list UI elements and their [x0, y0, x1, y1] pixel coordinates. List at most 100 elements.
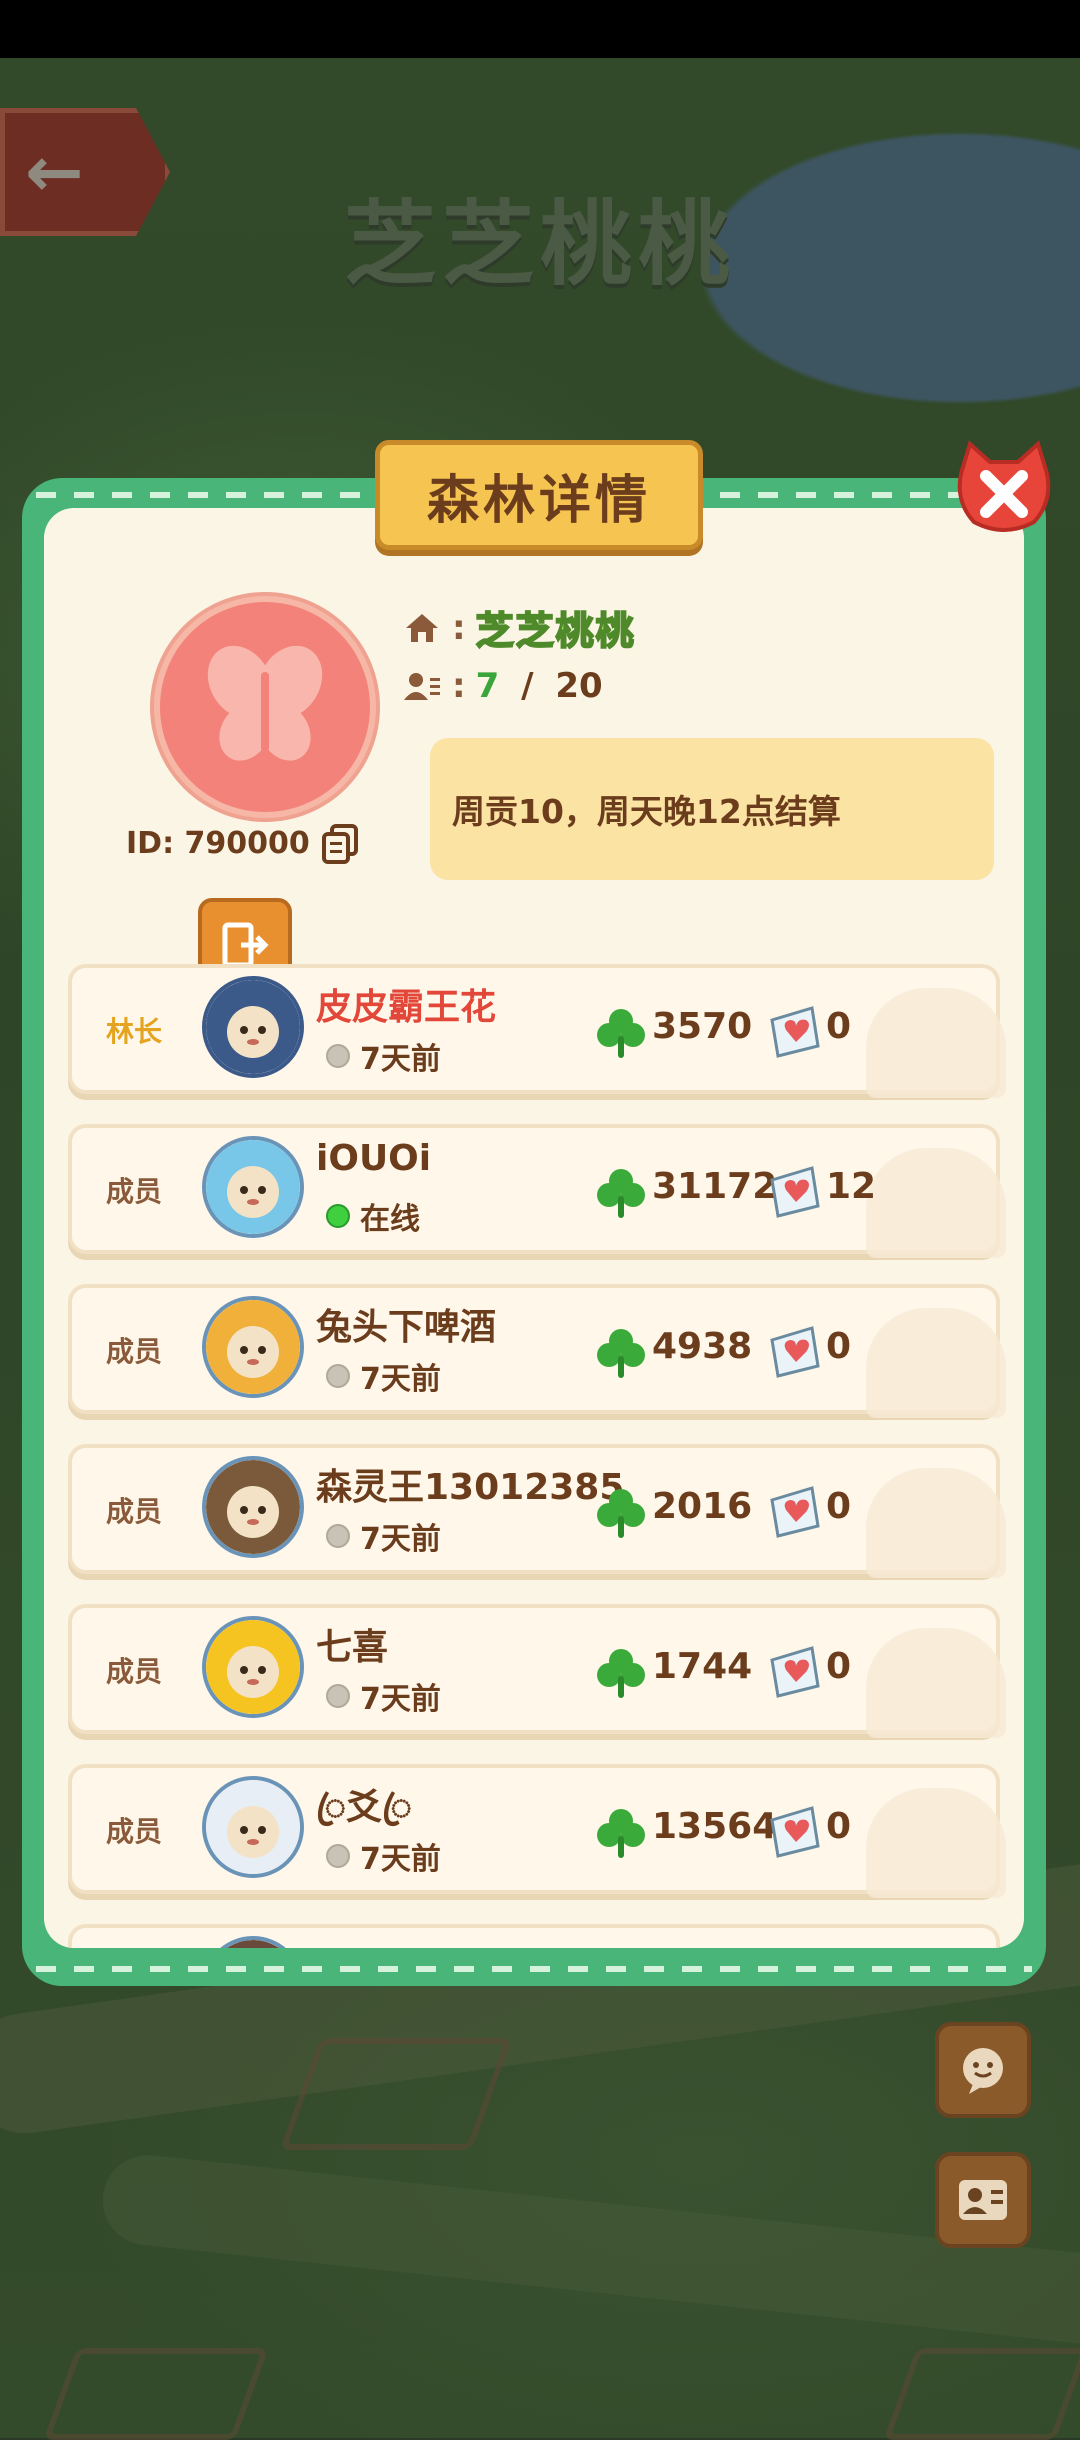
- member-row[interactable]: 成员 七喜 7天前 1744 0: [68, 1604, 1006, 1738]
- member-heart-count: 0: [826, 1486, 852, 1527]
- member-count-current: 7: [475, 666, 500, 706]
- status-dot-icon: [326, 1204, 350, 1228]
- member-status: 7天前: [326, 1354, 441, 1398]
- status-dot-icon: [326, 1364, 350, 1388]
- member-status: 7天前: [326, 1034, 441, 1078]
- forest-name-row: : 芝芝桃桃: [402, 600, 636, 655]
- copy-icon[interactable]: [320, 822, 362, 864]
- row-decoration: [866, 1308, 1006, 1418]
- member-list[interactable]: 林长 皮皮霸王花 7天前 3570 0 成员 iOUOi 在线 31172 12…: [68, 964, 1006, 1948]
- member-last-seen: 7天前: [360, 1042, 441, 1077]
- avatar-background: [226, 1940, 280, 1948]
- member-name: iOUOi: [316, 1138, 432, 1179]
- member-avatar[interactable]: [202, 976, 304, 1078]
- member-row[interactable]: 成员 iOUOi 在线 31172 12: [68, 1124, 1006, 1258]
- clover-icon: [597, 1169, 645, 1218]
- clover-icon: [597, 1649, 645, 1698]
- member-avatar[interactable]: [202, 1936, 304, 1948]
- chat-icon: [963, 2048, 1003, 2094]
- member-avatar[interactable]: [202, 1616, 304, 1718]
- forest-id: ID: 790000: [126, 825, 310, 861]
- row-decoration: [866, 1628, 1006, 1738]
- member-heart-count: 0: [826, 1326, 852, 1367]
- contacts-icon: [959, 2180, 1007, 2220]
- member-row[interactable]: 成员 森灵王13012385 7天前 2016 0: [68, 1444, 1006, 1578]
- forest-emblem: [154, 596, 376, 818]
- forest-name: 芝芝桃桃: [475, 608, 636, 654]
- panel-content: ID: 790000 : 芝芝桃桃: 7 / 20 周贡10，周天晚12点结算…: [44, 508, 1024, 1948]
- member-heart-count: 12: [826, 1166, 877, 1207]
- member-status: 7天前: [326, 1834, 441, 1878]
- member-role: 成员: [106, 1495, 163, 1528]
- member-last-seen: 在线: [360, 1202, 420, 1237]
- heart-letter-icon: [770, 1326, 820, 1378]
- home-icon: [406, 613, 438, 642]
- status-dot-icon: [326, 1524, 350, 1548]
- chat-button[interactable]: [935, 2022, 1031, 2118]
- member-avatar[interactable]: [202, 1776, 304, 1878]
- member-clover-count: 2016: [652, 1486, 753, 1527]
- member-name: 兔头下啤酒: [316, 1307, 497, 1348]
- row-decoration: [866, 1148, 1006, 1258]
- member-role: 成员: [106, 1335, 163, 1368]
- contacts-button[interactable]: [935, 2152, 1031, 2248]
- member-count-max: 20: [555, 666, 603, 706]
- member-heart-count: 0: [826, 1806, 852, 1847]
- member-role: 成员: [106, 1655, 163, 1688]
- member-heart-count: 0: [826, 1006, 852, 1047]
- member-name: 皮皮霸王花: [316, 987, 497, 1028]
- back-button[interactable]: ←: [0, 108, 170, 236]
- status-bar: [0, 0, 1080, 58]
- member-clover-count: 13564: [652, 1806, 778, 1847]
- member-last-seen: 7天前: [360, 1522, 441, 1557]
- member-role: 成员: [106, 1815, 163, 1848]
- member-name: 七喜: [316, 1627, 389, 1668]
- forest-notice: 周贡10，周天晚12点结算: [430, 738, 994, 880]
- member-avatar[interactable]: [202, 1136, 304, 1238]
- row-decoration: [866, 1788, 1006, 1898]
- status-dot-icon: [326, 1684, 350, 1708]
- member-avatar[interactable]: [202, 1456, 304, 1558]
- row-decoration: [866, 988, 1006, 1098]
- member-role: 林长: [106, 1015, 163, 1048]
- heart-letter-icon: [770, 1006, 820, 1058]
- member-row[interactable]: 成员 ꦿ爻ꦿ 7天前 13564 0: [68, 1764, 1006, 1898]
- member-status: 7天前: [326, 1674, 441, 1718]
- member-status: 在线: [326, 1194, 420, 1238]
- member-clover-count: 4938: [652, 1326, 753, 1367]
- panel-title: 森林详情: [426, 470, 651, 531]
- member-name: 雪球糕: [316, 1938, 424, 1948]
- heart-letter-icon: [770, 1646, 820, 1698]
- member-row[interactable]: 林长 皮皮霸王花 7天前 3570 0: [68, 964, 1006, 1098]
- status-dot-icon: [326, 1044, 350, 1068]
- forest-id-row: ID: 790000: [126, 822, 362, 864]
- heart-letter-icon: [770, 1806, 820, 1858]
- butterfly-icon: [207, 645, 323, 761]
- panel-title-ribbon: 森林详情: [375, 440, 703, 550]
- status-dot-icon: [326, 1844, 350, 1868]
- clover-icon: [597, 1489, 645, 1538]
- close-button[interactable]: [950, 440, 1058, 540]
- forest-details-panel: ID: 790000 : 芝芝桃桃: 7 / 20 周贡10，周天晚12点结算…: [22, 478, 1046, 1986]
- member-avatar[interactable]: [202, 1296, 304, 1398]
- clover-icon: [597, 1329, 645, 1378]
- member-last-seen: 7天前: [360, 1362, 441, 1397]
- clover-icon: [597, 1809, 645, 1858]
- member-count-row: : 7 / 20: [402, 666, 603, 706]
- member-row[interactable]: 成员 雪球糕 7天前 1638 0: [68, 1924, 1000, 1948]
- row-decoration: [866, 1468, 1006, 1578]
- back-arrow-icon: ←: [25, 131, 84, 213]
- clover-icon: [597, 1009, 645, 1058]
- forest-title-background: 芝芝桃桃: [343, 191, 736, 298]
- close-icon: [957, 440, 1051, 532]
- member-name: 森灵王13012385: [316, 1467, 625, 1508]
- member-row[interactable]: 成员 兔头下啤酒 7天前 4938 0: [68, 1284, 1006, 1418]
- member-clover-count: 31172: [652, 1166, 778, 1207]
- heart-letter-icon: [770, 1486, 820, 1538]
- member-clover-count: 3570: [652, 1006, 753, 1047]
- members-icon: [404, 673, 440, 700]
- member-role: 成员: [106, 1175, 163, 1208]
- heart-letter-icon: [770, 1166, 820, 1218]
- member-last-seen: 7天前: [360, 1682, 441, 1717]
- member-last-seen: 7天前: [360, 1842, 441, 1877]
